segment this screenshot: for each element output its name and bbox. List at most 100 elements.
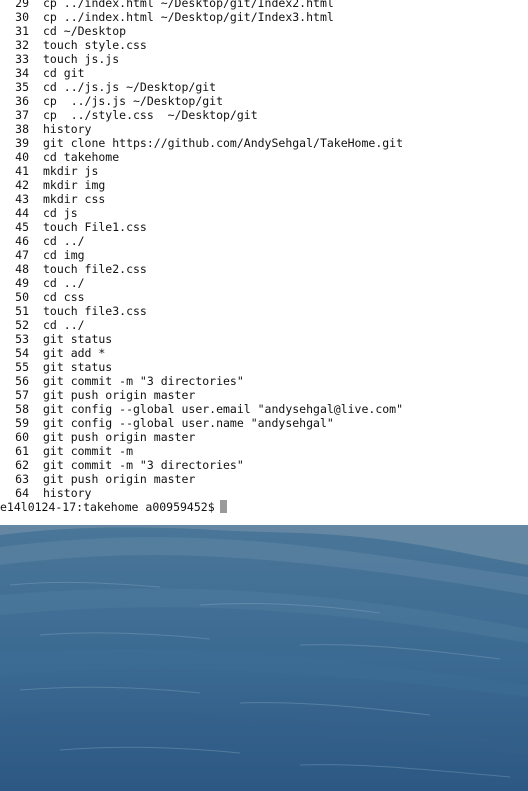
history-command: cd js	[43, 206, 78, 220]
history-number: 51	[15, 304, 29, 318]
history-command: git push origin master	[43, 388, 196, 402]
history-number: 39	[15, 136, 29, 150]
history-command: git push origin master	[43, 430, 196, 444]
history-command: cd ../	[43, 234, 85, 248]
history-command: mkdir js	[43, 164, 99, 178]
history-line: 45 touch File1.css	[0, 220, 528, 234]
history-number: 57	[15, 388, 29, 402]
history-command: git add *	[43, 346, 106, 360]
history-line: 50 cd css	[0, 290, 528, 304]
history-number: 58	[15, 402, 29, 416]
history-line: 63 git push origin master	[0, 472, 528, 486]
history-command: cp ../index.html ~/Desktop/git/Index2.ht…	[43, 0, 334, 10]
history-number: 29	[15, 0, 29, 10]
history-line: 60 git push origin master	[0, 430, 528, 444]
history-line: 30 cp ../index.html ~/Desktop/git/Index3.…	[0, 10, 528, 24]
history-command: git push origin master	[43, 472, 196, 486]
history-line: 36 cp ../js.js ~/Desktop/git	[0, 94, 528, 108]
history-line: 59 git config --global user.name "andyseh…	[0, 416, 528, 430]
history-output: 29 cp ../index.html ~/Desktop/git/Index2.…	[0, 0, 528, 514]
history-line: 47 cd img	[0, 248, 528, 262]
history-number: 49	[15, 276, 29, 290]
history-command: cd takehome	[43, 150, 120, 164]
history-number: 41	[15, 164, 29, 178]
shell-prompt-line[interactable]: e14l0124-17:takehome a00959452$	[0, 500, 528, 514]
history-number: 61	[15, 444, 29, 458]
history-line: 37 cp ../style.css ~/Desktop/git	[0, 108, 528, 122]
history-command: touch file2.css	[43, 262, 147, 276]
history-line: 39 git clone https://github.com/AndySehga…	[0, 136, 528, 150]
history-command: cp ../js.js ~/Desktop/git	[43, 94, 224, 108]
history-command: git status	[43, 360, 113, 374]
ocean-wave-image	[0, 525, 528, 791]
history-number: 32	[15, 38, 29, 52]
history-line: 49 cd ../	[0, 276, 528, 290]
history-command: mkdir img	[43, 178, 106, 192]
history-number: 37	[15, 108, 29, 122]
history-line: 32 touch style.css	[0, 38, 528, 52]
history-number: 53	[15, 332, 29, 346]
history-line: 42 mkdir img	[0, 178, 528, 192]
history-command: cd css	[43, 290, 85, 304]
text-cursor	[219, 500, 227, 513]
history-number: 55	[15, 360, 29, 374]
desktop-wallpaper	[0, 525, 528, 791]
history-number: 50	[15, 290, 29, 304]
history-line: 43 mkdir css	[0, 192, 528, 206]
history-number: 31	[15, 24, 29, 38]
history-line: 31 cd ~/Desktop	[0, 24, 528, 38]
history-line: 62 git commit -m "3 directories"	[0, 458, 528, 472]
history-number: 43	[15, 192, 29, 206]
terminal-window[interactable]: 29 cp ../index.html ~/Desktop/git/Index2.…	[0, 0, 528, 525]
history-command: git commit -m "3 directories"	[43, 374, 244, 388]
history-line: 44 cd js	[0, 206, 528, 220]
history-command: cd ../	[43, 276, 85, 290]
history-command: history	[43, 486, 92, 500]
history-number: 56	[15, 374, 29, 388]
history-number: 35	[15, 80, 29, 94]
history-line: 40 cd takehome	[0, 150, 528, 164]
history-line: 29 cp ../index.html ~/Desktop/git/Index2.…	[0, 0, 528, 10]
history-line: 38 history	[0, 122, 528, 136]
history-line: 53 git status	[0, 332, 528, 346]
history-line: 64 history	[0, 486, 528, 500]
history-command: git commit -m	[43, 444, 134, 458]
history-number: 36	[15, 94, 29, 108]
history-line: 51 touch file3.css	[0, 304, 528, 318]
history-line: 52 cd ../	[0, 318, 528, 332]
history-number: 48	[15, 262, 29, 276]
history-line: 58 git config --global user.email "andyse…	[0, 402, 528, 416]
history-command: git clone https://github.com/AndySehgal/…	[43, 136, 404, 150]
history-command: cp ../style.css ~/Desktop/git	[43, 108, 258, 122]
history-number: 63	[15, 472, 29, 486]
history-number: 64	[15, 486, 29, 500]
history-number: 59	[15, 416, 29, 430]
history-line: 48 touch file2.css	[0, 262, 528, 276]
history-number: 45	[15, 220, 29, 234]
history-number: 38	[15, 122, 29, 136]
history-number: 60	[15, 430, 29, 444]
history-line: 55 git status	[0, 360, 528, 374]
history-number: 40	[15, 150, 29, 164]
history-number: 54	[15, 346, 29, 360]
history-command: history	[43, 122, 92, 136]
history-line: 46 cd ../	[0, 234, 528, 248]
history-line: 34 cd git	[0, 66, 528, 80]
history-line: 61 git commit -m	[0, 444, 528, 458]
history-number: 30	[15, 10, 29, 24]
history-command: cd ../js.js ~/Desktop/git	[43, 80, 217, 94]
history-number: 42	[15, 178, 29, 192]
history-command: cp ../index.html ~/Desktop/git/Index3.ht…	[43, 10, 334, 24]
history-command: cd img	[43, 248, 85, 262]
history-line: 57 git push origin master	[0, 388, 528, 402]
history-command: git config --global user.name "andysehga…	[43, 416, 334, 430]
history-command: touch style.css	[43, 38, 147, 52]
history-command: git config --global user.email "andysehg…	[43, 402, 404, 416]
history-number: 47	[15, 248, 29, 262]
history-command: mkdir css	[43, 192, 106, 206]
history-number: 52	[15, 318, 29, 332]
shell-prompt: e14l0124-17:takehome a00959452$	[0, 500, 215, 514]
history-command: git commit -m "3 directories"	[43, 458, 244, 472]
history-line: 54 git add *	[0, 346, 528, 360]
history-line: 33 touch js.js	[0, 52, 528, 66]
